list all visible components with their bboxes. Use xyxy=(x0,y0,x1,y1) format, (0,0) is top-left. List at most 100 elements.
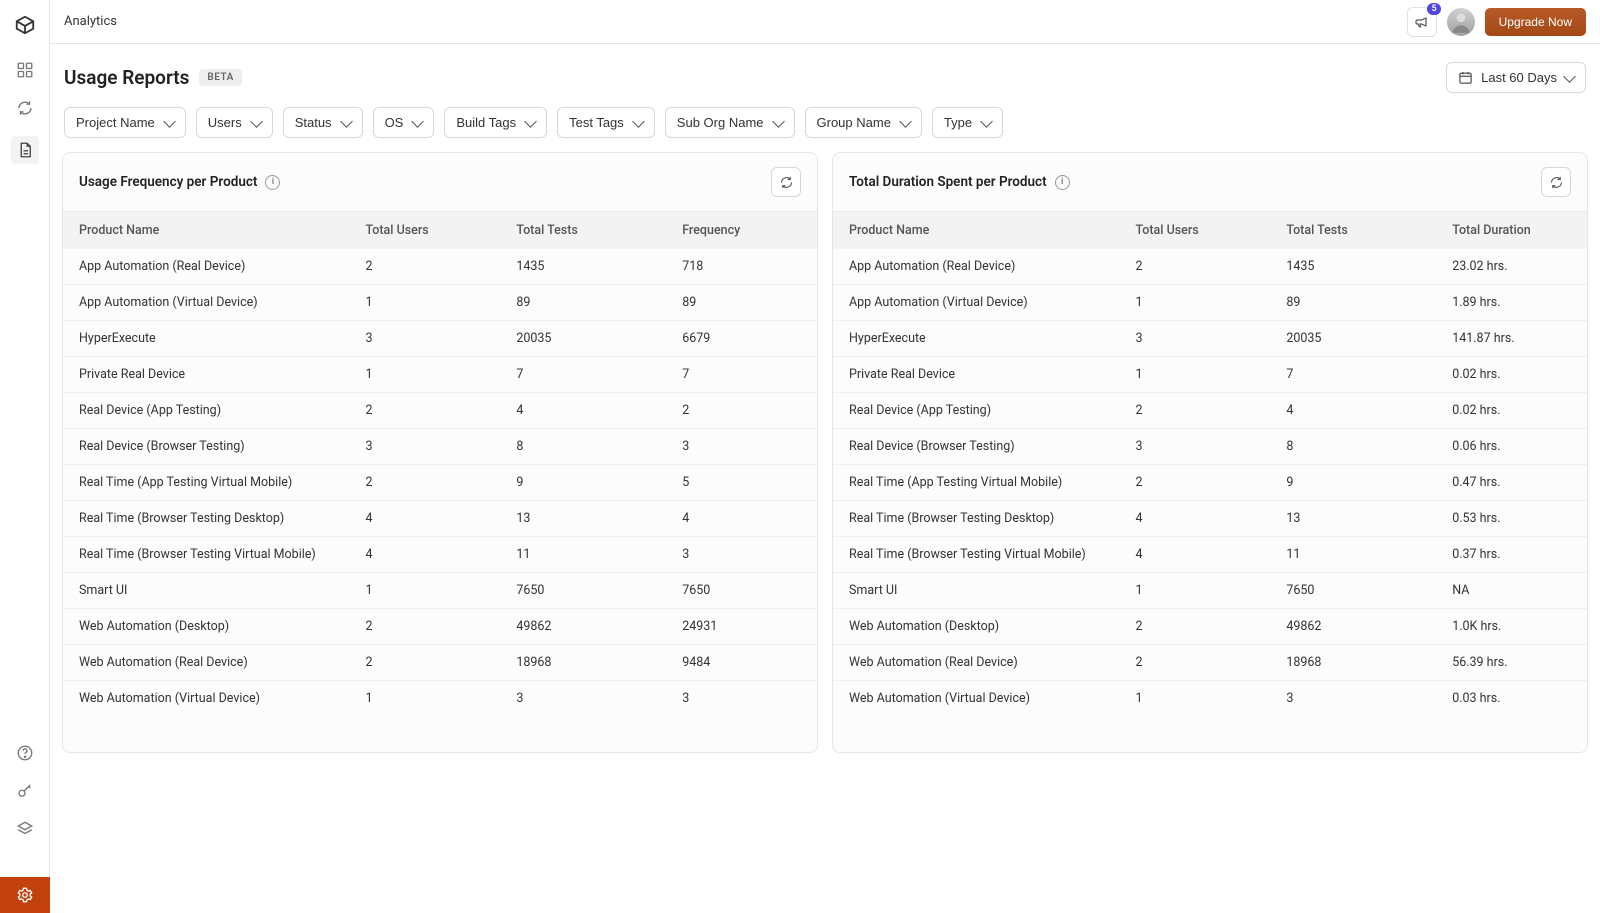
table-row[interactable]: Private Real Device177 xyxy=(63,357,817,393)
info-icon[interactable]: i xyxy=(1055,175,1070,190)
page-header: Usage Reports BETA Last 60 Days xyxy=(50,44,1600,107)
table-cell: 0.37 hrs. xyxy=(1436,537,1587,573)
table-row[interactable]: Real Device (App Testing)242 xyxy=(63,393,817,429)
table-cell: Web Automation (Real Device) xyxy=(63,645,350,681)
table-row[interactable]: Smart UI176507650 xyxy=(63,573,817,609)
page-title: Usage Reports xyxy=(64,66,189,89)
table-row[interactable]: Real Device (App Testing)240.02 hrs. xyxy=(833,393,1587,429)
table-row[interactable]: Web Automation (Desktop)24986224931 xyxy=(63,609,817,645)
table-row[interactable]: Private Real Device170.02 hrs. xyxy=(833,357,1587,393)
table-row[interactable]: Web Automation (Virtual Device)133 xyxy=(63,681,817,717)
column-header: Total Users xyxy=(350,212,501,250)
table-cell: 2 xyxy=(1120,645,1271,681)
stack-icon[interactable] xyxy=(15,819,35,839)
sidebar xyxy=(0,0,50,913)
table-row[interactable]: Real Time (App Testing Virtual Mobile)29… xyxy=(833,465,1587,501)
table-row[interactable]: Real Time (Browser Testing Virtual Mobil… xyxy=(63,537,817,573)
table-total-duration: Product NameTotal UsersTotal TestsTotal … xyxy=(833,211,1587,716)
date-range-label: Last 60 Days xyxy=(1481,70,1557,85)
refresh-button-right[interactable] xyxy=(1541,167,1571,197)
filter-chip-build-tags[interactable]: Build Tags xyxy=(444,107,547,138)
settings-launcher[interactable] xyxy=(0,877,50,913)
filter-label: Type xyxy=(944,115,972,130)
filter-label: Project Name xyxy=(76,115,155,130)
table-row[interactable]: HyperExecute3200356679 xyxy=(63,321,817,357)
table-cell: Smart UI xyxy=(833,573,1120,609)
table-cell: 7650 xyxy=(1270,573,1436,609)
table-row[interactable]: Web Automation (Real Device)2189689484 xyxy=(63,645,817,681)
key-icon[interactable] xyxy=(15,781,35,801)
filter-label: Status xyxy=(295,115,332,130)
table-cell: 7 xyxy=(1270,357,1436,393)
reports-icon[interactable] xyxy=(11,136,39,164)
table-row[interactable]: Web Automation (Real Device)21896856.39 … xyxy=(833,645,1587,681)
info-icon[interactable]: i xyxy=(265,175,280,190)
help-icon[interactable] xyxy=(15,743,35,763)
filter-label: Group Name xyxy=(817,115,891,130)
chevron-down-icon xyxy=(411,115,424,128)
table-row[interactable]: HyperExecute320035141.87 hrs. xyxy=(833,321,1587,357)
table-cell: 3 xyxy=(350,429,501,465)
table-row[interactable]: App Automation (Real Device)2143523.02 h… xyxy=(833,249,1587,285)
table-row[interactable]: App Automation (Real Device)21435718 xyxy=(63,249,817,285)
table-cell: 56.39 hrs. xyxy=(1436,645,1587,681)
logo-icon[interactable] xyxy=(14,14,36,36)
table-row[interactable]: Real Time (Browser Testing Desktop)4134 xyxy=(63,501,817,537)
avatar[interactable] xyxy=(1447,8,1475,36)
table-cell: 13 xyxy=(500,501,666,537)
refresh-button-left[interactable] xyxy=(771,167,801,197)
table-row[interactable]: Web Automation (Virtual Device)130.03 hr… xyxy=(833,681,1587,717)
table-cell: 2 xyxy=(1120,249,1271,285)
filter-label: Build Tags xyxy=(456,115,516,130)
filter-label: OS xyxy=(385,115,404,130)
filter-chip-status[interactable]: Status xyxy=(283,107,363,138)
notif-badge: 5 xyxy=(1427,3,1440,15)
chevron-down-icon xyxy=(250,115,263,128)
table-cell: App Automation (Virtual Device) xyxy=(63,285,350,321)
table-cell: HyperExecute xyxy=(63,321,350,357)
refresh-nav-icon[interactable] xyxy=(15,98,35,118)
table-cell: 4 xyxy=(1120,501,1271,537)
filter-chip-project-name[interactable]: Project Name xyxy=(64,107,186,138)
panel-title-right: Total Duration Spent per Product xyxy=(849,174,1047,190)
table-cell: 49862 xyxy=(1270,609,1436,645)
table-cell: Web Automation (Desktop) xyxy=(63,609,350,645)
table-row[interactable]: Real Time (Browser Testing Desktop)4130.… xyxy=(833,501,1587,537)
table-cell: 1.89 hrs. xyxy=(1436,285,1587,321)
table-row[interactable]: Real Time (Browser Testing Virtual Mobil… xyxy=(833,537,1587,573)
table-cell: 4 xyxy=(350,537,501,573)
table-cell: 1 xyxy=(350,681,501,717)
table-row[interactable]: Real Device (Browser Testing)380.06 hrs. xyxy=(833,429,1587,465)
date-range-button[interactable]: Last 60 Days xyxy=(1446,62,1586,93)
table-cell: 0.53 hrs. xyxy=(1436,501,1587,537)
table-row[interactable]: Real Time (App Testing Virtual Mobile)29… xyxy=(63,465,817,501)
table-cell: 2 xyxy=(350,249,501,285)
table-row[interactable]: Real Device (Browser Testing)383 xyxy=(63,429,817,465)
announcements-button[interactable]: 5 xyxy=(1407,7,1437,37)
table-row[interactable]: App Automation (Virtual Device)18989 xyxy=(63,285,817,321)
table-cell: Real Time (Browser Testing Desktop) xyxy=(63,501,350,537)
table-cell: App Automation (Virtual Device) xyxy=(833,285,1120,321)
table-cell: 2 xyxy=(350,609,501,645)
filter-chip-test-tags[interactable]: Test Tags xyxy=(557,107,655,138)
filter-chip-users[interactable]: Users xyxy=(196,107,273,138)
filter-chip-os[interactable]: OS xyxy=(373,107,435,138)
table-cell: Real Time (App Testing Virtual Mobile) xyxy=(833,465,1120,501)
filter-chip-group-name[interactable]: Group Name xyxy=(805,107,922,138)
filter-chip-type[interactable]: Type xyxy=(932,107,1003,138)
chevron-down-icon xyxy=(899,115,912,128)
table-row[interactable]: App Automation (Virtual Device)1891.89 h… xyxy=(833,285,1587,321)
table-cell: 4 xyxy=(1270,393,1436,429)
table-cell: Real Time (Browser Testing Desktop) xyxy=(833,501,1120,537)
filter-label: Users xyxy=(208,115,242,130)
beta-badge: BETA xyxy=(199,69,241,86)
column-header: Product Name xyxy=(63,212,350,250)
panel-total-duration: Total Duration Spent per Product i Produ… xyxy=(832,152,1588,753)
filter-chip-sub-org-name[interactable]: Sub Org Name xyxy=(665,107,795,138)
table-row[interactable]: Web Automation (Desktop)2498621.0K hrs. xyxy=(833,609,1587,645)
upgrade-button[interactable]: Upgrade Now xyxy=(1485,8,1586,36)
table-cell: 89 xyxy=(1270,285,1436,321)
dashboard-icon[interactable] xyxy=(15,60,35,80)
panel-usage-frequency: Usage Frequency per Product i Product Na… xyxy=(62,152,818,753)
table-row[interactable]: Smart UI17650NA xyxy=(833,573,1587,609)
